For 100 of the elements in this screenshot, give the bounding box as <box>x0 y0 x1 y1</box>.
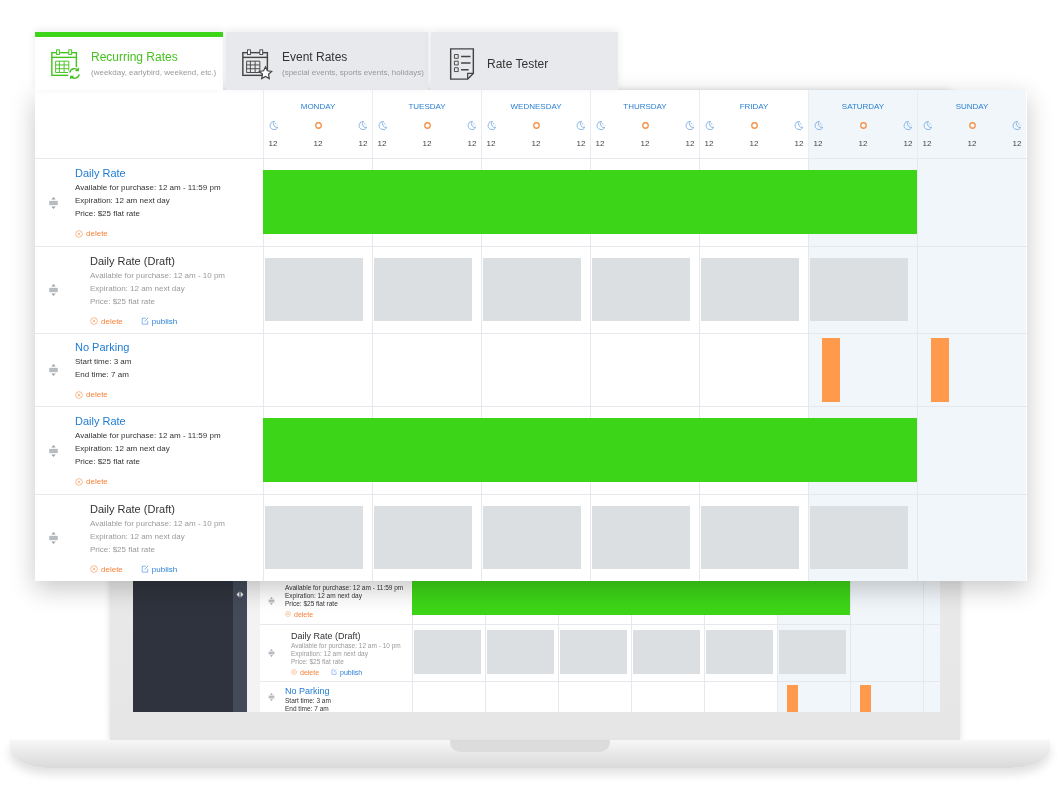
sun-icon <box>748 120 760 131</box>
moon-icon <box>575 120 586 131</box>
no-parking-bar[interactable] <box>787 685 798 712</box>
drag-handle-icon <box>268 596 275 605</box>
no-parking-bar[interactable] <box>931 338 949 402</box>
day-name: TUESDAY <box>407 102 447 111</box>
tab-title: Recurring Rates <box>91 50 179 64</box>
hour-label: 12 <box>267 139 279 148</box>
rate-detail: Price: $25 flat rate <box>90 296 156 306</box>
hour-label: 12 <box>575 139 587 148</box>
day-name: WEDNESDAY <box>509 102 563 111</box>
tab[interactable]: Rate Tester <box>431 32 618 90</box>
hour-label: 12 <box>376 139 388 148</box>
rate-title: Daily Rate (Draft) <box>90 254 176 267</box>
moon-icon <box>486 120 497 131</box>
draft-rate-bar[interactable] <box>706 630 773 674</box>
draft-rate-bar[interactable] <box>374 258 472 321</box>
rate-title[interactable]: No Parking <box>285 686 331 696</box>
rate-detail: Price: $25 flat rate <box>90 544 156 554</box>
rate-detail: Start time: 3 am <box>75 357 132 366</box>
hour-label: 12 <box>857 139 869 148</box>
drag-handle-icon <box>268 649 275 657</box>
moon-icon <box>684 120 695 131</box>
draft-rate-bar[interactable] <box>483 258 581 321</box>
hour-label: 12 <box>466 139 478 148</box>
rate-detail: Available for purchase: 12 am - 11:59 pm <box>75 431 221 440</box>
draft-rate-bar[interactable] <box>592 258 690 321</box>
delete-icon <box>90 317 98 325</box>
hour-label: 12 <box>902 139 914 148</box>
draft-rate-bar[interactable] <box>810 506 908 569</box>
rate-detail: Available for purchase: 12 am - 11:59 pm <box>75 183 221 192</box>
edit-icon <box>140 317 149 325</box>
no-parking-bar[interactable] <box>822 338 840 402</box>
sun-icon <box>857 120 869 131</box>
draft-rate-bar[interactable] <box>701 506 799 569</box>
rate-title: Daily Rate (Draft) <box>90 502 176 515</box>
hour-label: 12 <box>594 139 606 148</box>
day-name: SUNDAY <box>954 102 990 111</box>
draft-rate-bar[interactable] <box>701 258 799 321</box>
rate-detail: Price: $25 flat rate <box>75 457 141 466</box>
hour-label: 12 <box>357 139 369 148</box>
draft-rate-bar[interactable] <box>779 630 846 674</box>
rate-detail: Price: $25 flat rate <box>75 209 141 218</box>
moon-icon <box>377 120 388 131</box>
tab-subtitle: (weekday, earlybird, weekend, etc.) <box>91 68 217 77</box>
draft-rate-bar[interactable] <box>265 506 363 569</box>
rate-title[interactable]: No Parking <box>75 341 132 353</box>
rate-title: Daily Rate (Draft) <box>291 630 362 641</box>
delete-link[interactable]: delete <box>90 316 123 326</box>
hour-label: 12 <box>421 139 433 148</box>
rate-detail: Expiration: 12 am next day <box>90 531 186 541</box>
moon-icon <box>902 120 913 131</box>
draft-rate-bar[interactable] <box>592 506 690 569</box>
delete-icon <box>75 229 83 238</box>
delete-link[interactable]: delete <box>75 477 108 486</box>
hour-label: 12 <box>793 139 805 148</box>
draft-rate-bar[interactable] <box>633 630 700 674</box>
sun-icon <box>966 120 978 131</box>
sun-icon <box>530 120 542 131</box>
rate-detail: Expiration: 12 am next day <box>90 283 186 293</box>
draft-rate-bar[interactable] <box>487 630 554 674</box>
drag-handle-icon <box>268 693 275 701</box>
sun-icon <box>421 120 433 131</box>
moon-icon <box>357 120 368 131</box>
edit-icon <box>140 565 149 573</box>
hour-label: 12 <box>748 139 760 148</box>
drag-handle-icon <box>48 196 59 209</box>
moon-icon <box>813 120 824 131</box>
draft-rate-bar[interactable] <box>374 506 472 569</box>
hour-label: 12 <box>684 139 696 148</box>
sun-icon <box>312 120 324 131</box>
moon-icon <box>922 120 933 131</box>
no-parking-bar[interactable] <box>860 685 871 712</box>
drag-handle-icon <box>48 364 59 376</box>
hour-label: 12 <box>812 139 824 148</box>
rate-title[interactable]: Daily Rate <box>75 415 221 427</box>
rate-title[interactable]: Daily Rate <box>75 167 221 179</box>
draft-rate-bar[interactable] <box>414 630 481 674</box>
tab-subtitle: (special events, sports events, holidays) <box>282 68 424 77</box>
hour-label: 12 <box>1011 139 1023 148</box>
publish-link[interactable]: publish <box>140 564 178 574</box>
draft-rate-bar[interactable] <box>560 630 627 674</box>
publish-link[interactable]: publish <box>140 316 178 326</box>
collapse-arrows-icon[interactable] <box>236 591 244 598</box>
rate-detail: Expiration: 12 am next day <box>75 196 171 205</box>
moon-icon <box>466 120 477 131</box>
delete-link[interactable]: delete <box>75 229 108 238</box>
tab[interactable]: Event Rates (special events, sports events, holidays) <box>226 32 428 90</box>
draft-rate-bar[interactable] <box>483 506 581 569</box>
moon-icon <box>595 120 606 131</box>
drag-handle-icon <box>48 284 59 296</box>
draft-rate-bar[interactable] <box>265 258 363 321</box>
draft-rate-bar[interactable] <box>810 258 908 321</box>
rate-detail: Available for purchase: 12 am - 10 pm <box>90 518 226 528</box>
hour-label: 12 <box>921 139 933 148</box>
tab[interactable]: Recurring Rates (weekday, earlybird, weekend, etc.) <box>35 32 223 90</box>
delete-link[interactable]: delete <box>90 564 123 574</box>
moon-icon <box>1011 120 1022 131</box>
moon-icon <box>793 120 804 131</box>
delete-link[interactable]: delete <box>75 390 108 399</box>
